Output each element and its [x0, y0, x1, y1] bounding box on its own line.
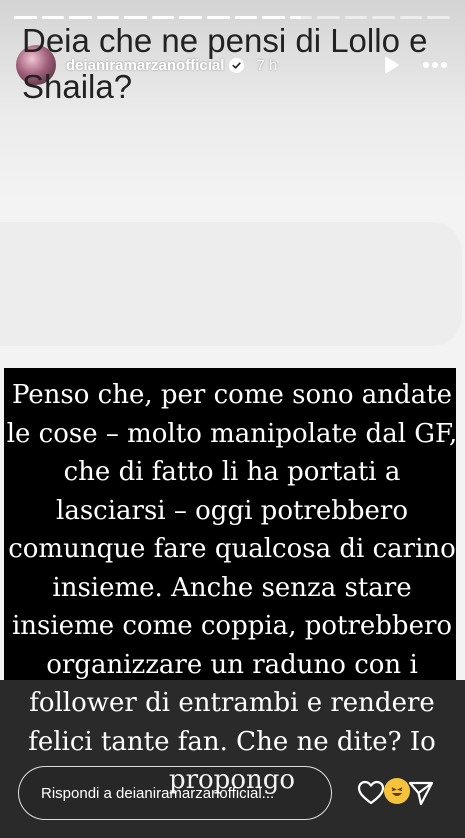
question-text: Deia che ne pensi di Lollo e Shaila? [22, 22, 428, 105]
reply-bar[interactable] [18, 766, 332, 820]
send-icon [408, 781, 434, 806]
answer-text: Penso che, per come sono andate le cose … [6, 380, 458, 795]
story-view: deianiramarzanofficial 7 h Deia che ne p… [0, 0, 465, 838]
question-sticker[interactable] [0, 222, 462, 346]
reply-input[interactable] [41, 784, 321, 802]
send-button[interactable] [406, 778, 436, 808]
like-button[interactable] [356, 778, 386, 808]
heart-icon [357, 780, 385, 805]
